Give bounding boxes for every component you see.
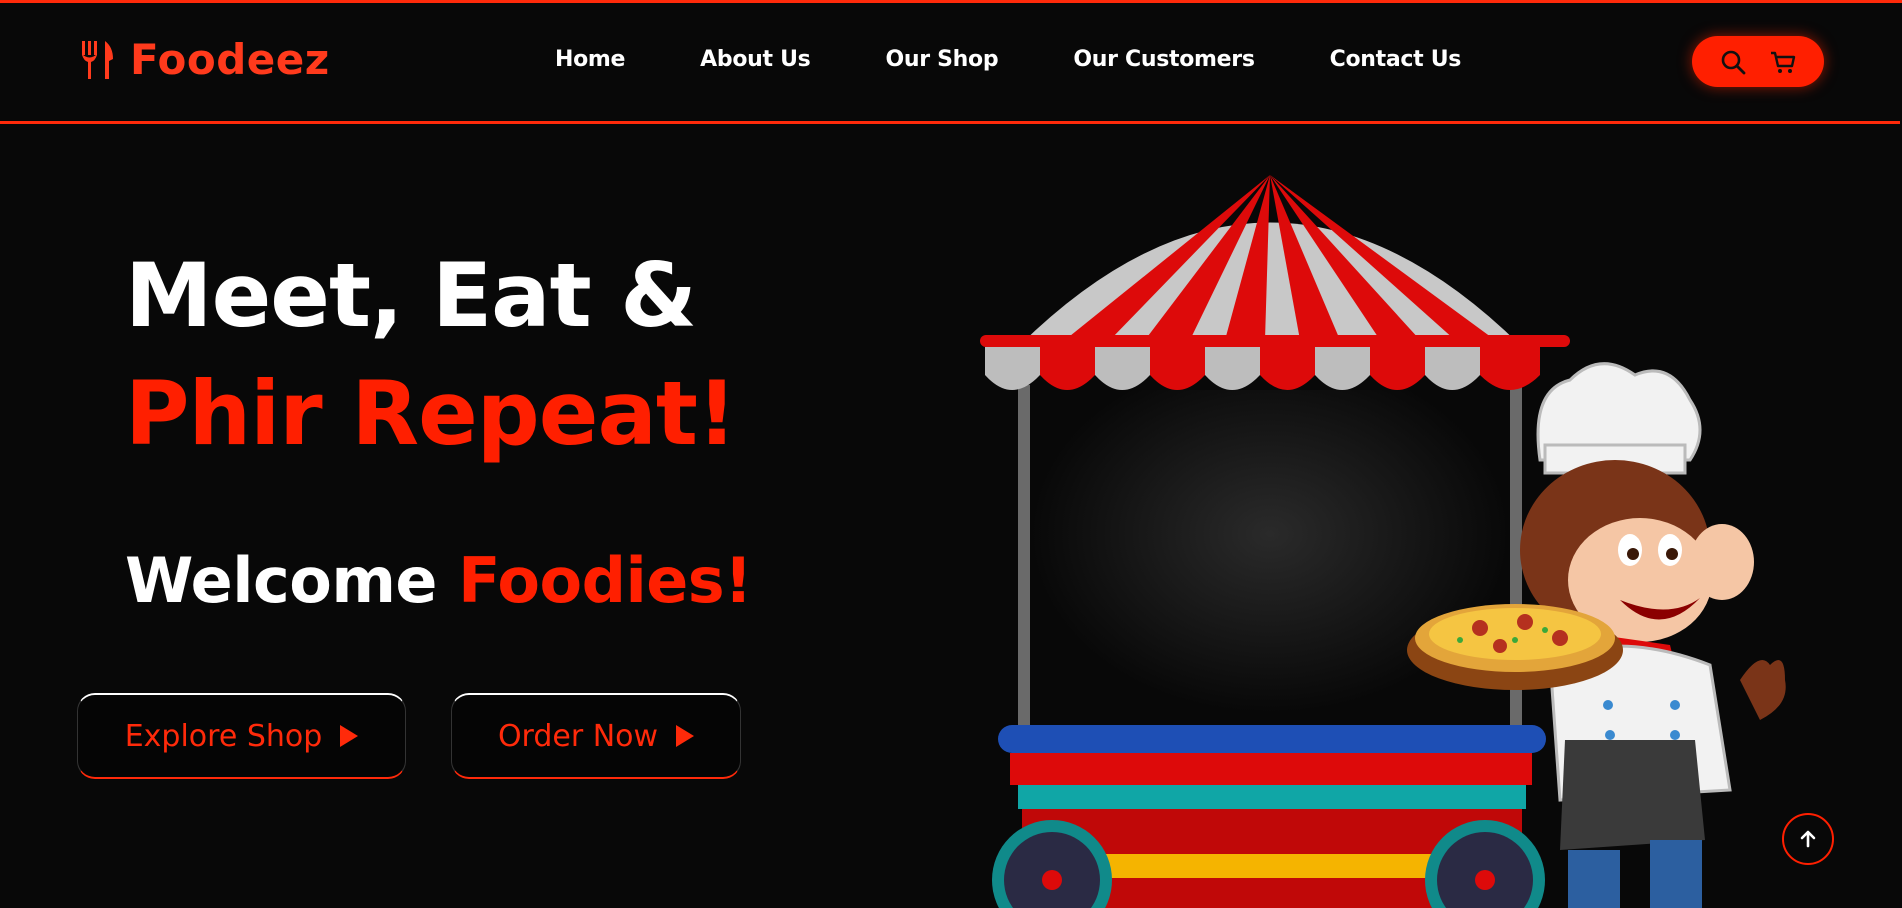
order-now-label: Order Now bbox=[497, 718, 659, 754]
hero-welcome: Welcome Foodies! bbox=[125, 550, 752, 612]
welcome-text: Welcome bbox=[125, 544, 437, 617]
explore-shop-button[interactable]: Explore Shop bbox=[77, 693, 406, 779]
brand-logo[interactable]: Foodeez bbox=[80, 39, 330, 81]
cart-icon[interactable] bbox=[1769, 48, 1797, 76]
brand-name: Foodeez bbox=[130, 35, 330, 84]
nav-our-customers[interactable]: Our Customers bbox=[1073, 47, 1255, 72]
fork-knife-icon bbox=[82, 41, 113, 79]
foodies-text: Foodies! bbox=[458, 544, 752, 617]
nav-home[interactable]: Home bbox=[555, 47, 625, 72]
order-now-button[interactable]: Order Now bbox=[451, 693, 741, 779]
arrow-up-icon bbox=[1800, 830, 1816, 848]
nav-contact-us[interactable]: Contact Us bbox=[1330, 47, 1462, 72]
play-arrow-icon bbox=[676, 725, 695, 747]
explore-shop-label: Explore Shop bbox=[124, 718, 323, 754]
header-action-pill bbox=[1692, 36, 1824, 87]
site-header: Foodeez Home About Us Our Shop Our Custo… bbox=[0, 3, 1900, 124]
hero-title-line2: Phir Repeat! bbox=[125, 362, 737, 465]
nav-about-us[interactable]: About Us bbox=[700, 47, 811, 72]
search-icon[interactable] bbox=[1719, 48, 1747, 76]
play-arrow-icon bbox=[340, 725, 359, 747]
food-cart-chef-monkey-illustration bbox=[980, 175, 1786, 908]
scroll-to-top-button[interactable] bbox=[1782, 813, 1834, 865]
hero-title-line1: Meet, Eat & bbox=[125, 244, 697, 347]
main-nav: Home About Us Our Shop Our Customers Con… bbox=[555, 47, 1536, 72]
nav-our-shop[interactable]: Our Shop bbox=[885, 47, 998, 72]
